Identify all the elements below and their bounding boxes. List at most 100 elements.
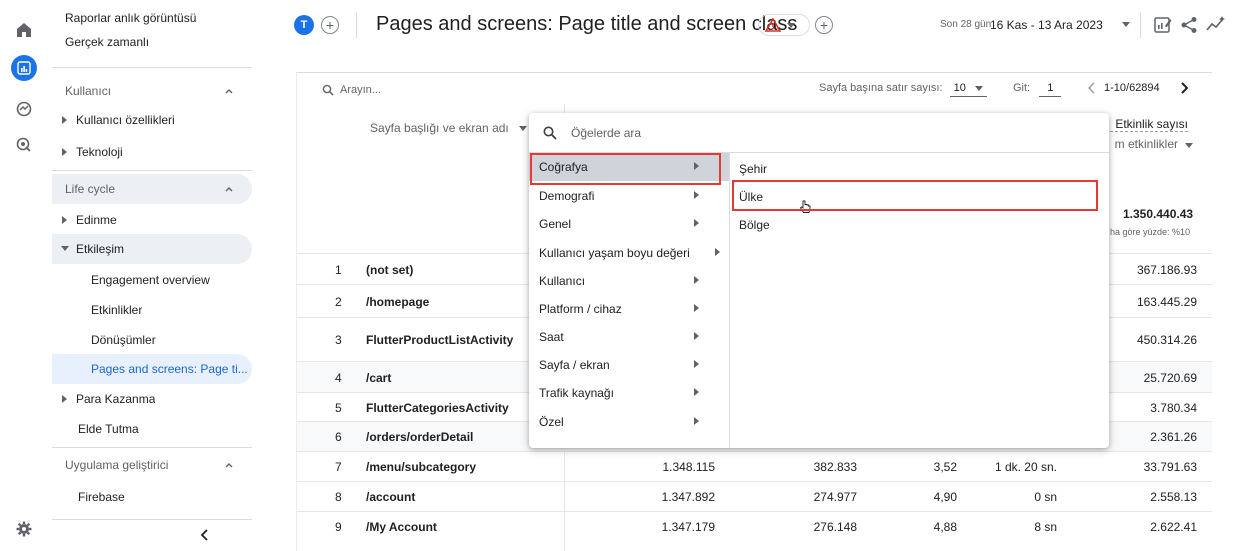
warning-icon [765,18,781,32]
sidebar-item-label: Engagement overview [91,273,210,287]
table-row[interactable]: 9/My Account 1.347.179 276.148 4,88 8 sn 2.62… [297,511,1212,541]
chevron-up-icon[interactable] [224,86,234,96]
sidebar-item-retention[interactable]: Elde Tutma [78,414,290,444]
row-views-per-user: 4,88 [933,520,957,534]
row-name: /cart [366,371,392,385]
sidebar-item-pages-screens[interactable]: Pages and screens: Page ti... [91,354,256,384]
table-row[interactable]: 7/menu/subcategory 1.348.115 382.833 3,52 1 … [297,451,1212,481]
sidebar-item-user-props[interactable]: Kullanıcı özellikleri [50,105,262,135]
row-index: 8 [335,490,342,504]
advertising-icon[interactable] [11,132,37,158]
sidebar-item-technology[interactable]: Teknoloji [50,137,262,167]
date-range[interactable]: 16 Kas - 13 Ara 2023 [990,18,1103,32]
reports-icon[interactable] [11,55,37,81]
dimension-column-header[interactable]: Sayfa başlığı ve ekran adı [370,121,527,135]
row-index: 2 [335,295,342,309]
page-range: 1-10/62894 [1104,82,1160,94]
category-label: Sayfa / ekran [539,358,610,372]
prev-page-chevron-icon[interactable] [1088,82,1096,94]
caret-right-icon [694,332,699,340]
add-filter-button[interactable]: + [815,16,833,34]
caret-right-icon [715,248,720,256]
row-name: /orders/orderDetail [366,430,474,444]
sidebar-section-user[interactable]: Kullanıcı [65,76,277,106]
caret-down-icon[interactable] [1185,143,1193,148]
row-index: 5 [335,401,342,415]
caret-right-icon [58,116,72,124]
caret-down-icon [518,126,527,135]
option-region[interactable]: Bölge [739,211,1099,239]
divider [52,447,252,448]
collapse-chevron-left-icon[interactable] [200,529,210,541]
sidebar-item-monetization[interactable]: Para Kazanma [50,384,262,414]
option-label: Şehir [739,162,768,176]
category-traffic-source[interactable]: Trafik kaynağı [529,379,729,407]
sidebar-item-realtime[interactable]: Gerçek zamanlı [65,27,277,57]
row-event-count: 25.720.69 [1143,371,1197,385]
row-event-count: 450.314.26 [1136,333,1197,347]
caret-right-icon [694,276,699,284]
table-search[interactable]: Arayın... [322,84,381,96]
sidebar-section-lifecycle[interactable]: Life cycle [65,174,277,204]
category-custom[interactable]: Özel [529,408,729,436]
sidebar-item-label: Etkileşim [76,242,125,256]
date-caret-down-icon[interactable] [1122,22,1130,27]
share-icon[interactable] [1180,16,1198,34]
event-filter-header[interactable]: m etkinlikler [1098,137,1178,151]
category-platform-device[interactable]: Platform / cihaz [529,295,729,323]
chevron-up-icon[interactable] [224,460,234,470]
row-name: (not set) [366,263,414,277]
category-list: Coğrafya Demografi Genel Kullanıcı yaşam… [529,153,730,448]
row-views: 1.347.179 [661,520,715,534]
row-event-count: 2.622.41 [1150,520,1197,534]
row-event-count: 2.361.26 [1150,430,1197,444]
category-label: Kullanıcı [539,274,586,288]
rows-per-page-select[interactable]: 10 [949,82,987,97]
row-views-per-user: 3,52 [933,460,957,474]
sidebar-section-app-dev[interactable]: Uygulama geliştirici [65,450,277,480]
top-bar: T + Pages and screens: Page title and sc… [262,0,1256,52]
sidebar-item-events[interactable]: Etkinlikler [91,295,303,325]
popup-search[interactable]: Öğelerde ara [529,113,1109,153]
row-name: /menu/subcategory [366,460,477,474]
category-user[interactable]: Kullanıcı [529,267,729,295]
sidebar-item-conversions[interactable]: Dönüşümler [91,325,303,355]
total-percentage: ha göre yüzde: %10 [1110,227,1191,237]
row-index: 1 [335,263,342,277]
add-comparison-button[interactable]: + [321,16,339,34]
settings-gear-icon[interactable] [11,516,37,542]
row-name: FlutterCategoriesActivity [366,401,509,415]
home-icon[interactable] [11,17,37,43]
comparison-avatar[interactable]: T [294,15,314,35]
sidebar-item-acquisition[interactable]: Edinme [50,205,262,235]
next-page-chevron-icon[interactable] [1181,82,1189,94]
goto-input[interactable]: 1 [1039,82,1062,97]
search-icon [543,126,557,140]
date-preset-label: Son 28 gün [940,19,992,30]
option-city[interactable]: Şehir [739,155,1099,183]
category-general[interactable]: Genel [529,210,729,238]
category-time[interactable]: Saat [529,323,729,351]
row-event-count: 3.780.34 [1150,401,1197,415]
row-index: 6 [335,430,342,444]
explore-icon[interactable] [11,96,37,122]
table-row[interactable]: 8/account 1.347.892 274.977 4,90 0 sn 2.558.1… [297,481,1212,511]
goto-label: Git: [1013,82,1031,94]
sidebar-item-engagement-overview[interactable]: Engagement overview [91,265,303,295]
plus-icon: + [325,17,335,33]
goto-page: Git: 1 [1013,82,1062,97]
category-user-lifetime-value[interactable]: Kullanıcı yaşam boyu değeri [529,239,729,267]
sidebar-item-engagement[interactable]: Etkileşim [50,234,262,264]
warning-dropdown[interactable] [758,14,810,36]
category-page-screen[interactable]: Sayfa / ekran [529,351,729,379]
insights-icon[interactable] [1206,16,1226,34]
caret-right-icon [694,304,699,312]
category-demographics[interactable]: Demografi [529,182,729,210]
event-count-header[interactable]: Etkinlik sayısı [1100,117,1188,132]
annotation-highlight-country [732,180,1098,211]
chevron-up-icon[interactable] [224,184,234,194]
separator [1140,12,1141,38]
sidebar-item-firebase[interactable]: Firebase [78,482,290,512]
customize-report-icon[interactable] [1154,16,1172,34]
row-name: /My Account [366,520,437,534]
